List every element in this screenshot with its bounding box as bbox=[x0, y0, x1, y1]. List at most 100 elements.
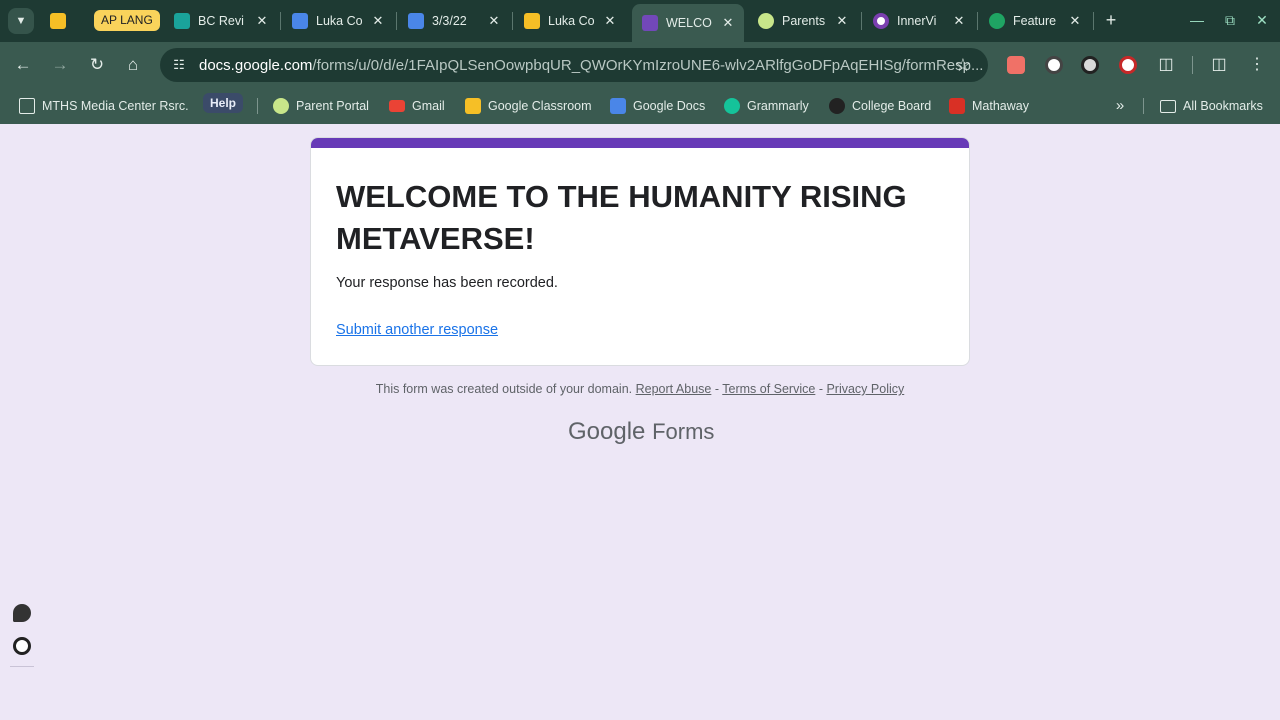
feature-icon bbox=[989, 13, 1005, 29]
tab-strip: ▼ AP LANG BC Revi ✕ Luka Co ✕ 3/3/22 ✕ L… bbox=[0, 0, 1280, 42]
tab-group-ap-lang[interactable]: AP LANG bbox=[94, 10, 160, 31]
brand-google: Google bbox=[568, 418, 646, 445]
minimize-button[interactable]: — bbox=[1187, 10, 1207, 30]
tab-title: Parents bbox=[782, 14, 826, 28]
home-button[interactable]: ⌂ bbox=[122, 54, 144, 76]
classroom-icon bbox=[174, 13, 190, 29]
tab-divider bbox=[396, 12, 397, 30]
back-button[interactable]: ← bbox=[12, 54, 34, 76]
terms-of-service-link[interactable]: Terms of Service bbox=[722, 382, 815, 396]
close-icon[interactable]: ✕ bbox=[486, 13, 502, 29]
floating-chat-icon[interactable] bbox=[13, 604, 31, 622]
all-bookmarks-button[interactable]: All Bookmarks bbox=[1160, 96, 1263, 116]
restore-button[interactable]: ⧉ bbox=[1220, 10, 1240, 30]
bookmark-grammarly[interactable]: Grammarly bbox=[724, 96, 809, 116]
more-bookmarks-button[interactable]: » bbox=[1111, 96, 1129, 116]
close-icon[interactable]: ✕ bbox=[834, 13, 850, 29]
tab-title: Luka Co bbox=[548, 14, 594, 28]
home-icon: ⌂ bbox=[127, 55, 139, 74]
bookmark-help[interactable]: Help bbox=[203, 93, 244, 113]
docs-icon bbox=[292, 13, 308, 29]
response-recorded-message: Your response has been recorded. bbox=[336, 275, 558, 291]
address-bar[interactable]: ☷ docs.google.com/forms/u/0/d/e/1FAIpQLS… bbox=[160, 48, 988, 82]
form-confirmation-card: WELCOME TO THE HUMANITY RISING METAVERSE… bbox=[310, 137, 970, 366]
bookmark-google-classroom[interactable]: Google Classroom bbox=[465, 96, 592, 116]
extension-target-icon[interactable] bbox=[1119, 56, 1137, 74]
extensions-button[interactable]: ◫ bbox=[1155, 54, 1177, 76]
bookmark-college-board[interactable]: College Board bbox=[829, 96, 931, 116]
innervi-icon bbox=[873, 13, 889, 29]
bookmark-label: MTHS Media Center Rsrc. bbox=[42, 99, 189, 113]
reload-icon: ↻ bbox=[89, 55, 105, 74]
close-icon[interactable]: ✕ bbox=[370, 13, 386, 29]
bookmark-parent-portal[interactable]: Parent Portal bbox=[273, 96, 369, 116]
form-accent-bar bbox=[311, 138, 969, 148]
close-icon[interactable]: ✕ bbox=[1067, 13, 1083, 29]
footer-separator: - bbox=[711, 382, 723, 396]
bookmark-star-icon[interactable]: ☆ bbox=[952, 54, 974, 76]
bookmark-divider bbox=[1143, 98, 1144, 114]
tab-divider bbox=[1093, 12, 1094, 30]
footer-domain-notice: This form was created outside of your do… bbox=[375, 382, 633, 396]
bookmark-gmail[interactable]: Gmail bbox=[389, 96, 445, 116]
side-panel-icon: ◫ bbox=[1211, 56, 1227, 73]
tab-luka-slides[interactable]: Luka Co ✕ bbox=[524, 6, 618, 36]
bookmark-google-docs[interactable]: Google Docs bbox=[610, 96, 705, 116]
tab-parents[interactable]: Parents ✕ bbox=[758, 6, 850, 36]
tab-title: WELCO bbox=[666, 16, 712, 30]
browser-toolbar: ← → ↻ ⌂ ☷ docs.google.com/forms/u/0/d/e/… bbox=[0, 42, 1280, 88]
close-window-button[interactable]: ✕ bbox=[1252, 10, 1272, 30]
plus-icon: + bbox=[1105, 10, 1117, 30]
bookmark-label: Google Classroom bbox=[488, 99, 592, 113]
bookmark-label: Google Docs bbox=[633, 99, 706, 113]
docs-icon bbox=[610, 98, 626, 114]
tab-slides[interactable] bbox=[50, 6, 78, 36]
floating-target-icon[interactable] bbox=[13, 637, 31, 655]
bookmark-mths-media-center[interactable]: MTHS Media Center Rsrc. bbox=[19, 96, 189, 116]
close-icon[interactable]: ✕ bbox=[254, 13, 270, 29]
reload-button[interactable]: ↻ bbox=[86, 54, 108, 76]
tab-innervi[interactable]: InnerVi ✕ bbox=[873, 6, 967, 36]
brand-forms: Forms bbox=[652, 419, 715, 444]
classroom-icon bbox=[465, 98, 481, 114]
parent-portal-icon bbox=[273, 98, 289, 114]
forward-button[interactable]: → bbox=[49, 54, 71, 76]
new-tab-button[interactable]: + bbox=[1102, 11, 1120, 29]
tab-welcome-active[interactable]: WELCO ✕ bbox=[632, 4, 744, 42]
tab-title: InnerVi bbox=[897, 14, 937, 28]
minimize-icon: — bbox=[1190, 12, 1204, 28]
extension-audio-icon[interactable] bbox=[1045, 56, 1063, 74]
extension-record-icon[interactable] bbox=[1007, 56, 1025, 74]
privacy-policy-link[interactable]: Privacy Policy bbox=[826, 382, 904, 396]
close-icon[interactable]: ✕ bbox=[602, 13, 618, 29]
arrow-right-icon: → bbox=[51, 55, 69, 74]
tab-feature[interactable]: Feature ✕ bbox=[989, 6, 1083, 36]
close-icon: ✕ bbox=[1256, 12, 1268, 28]
bookmarks-bar: MTHS Media Center Rsrc. Help Parent Port… bbox=[0, 88, 1280, 124]
submit-another-response-link[interactable]: Submit another response bbox=[336, 322, 498, 338]
tab-search-button[interactable]: ▼ bbox=[8, 8, 34, 34]
tab-title: 3/3/22 bbox=[432, 14, 467, 28]
tab-3-3-22[interactable]: 3/3/22 ✕ bbox=[408, 6, 502, 36]
menu-button[interactable]: ⋮ bbox=[1246, 54, 1268, 76]
close-icon[interactable]: ✕ bbox=[720, 15, 736, 31]
tab-title: BC Revi bbox=[198, 14, 244, 28]
tab-luka-docs[interactable]: Luka Co ✕ bbox=[292, 6, 386, 36]
report-abuse-link[interactable]: Report Abuse bbox=[636, 382, 712, 396]
url-text[interactable]: docs.google.com/forms/u/0/d/e/1FAIpQLSen… bbox=[199, 57, 983, 74]
close-icon[interactable]: ✕ bbox=[951, 13, 967, 29]
site-info-icon[interactable]: ☷ bbox=[168, 54, 190, 76]
folder-icon bbox=[1160, 99, 1176, 113]
url-path: /forms/u/0/d/e/1FAIpQLSenOowpbqUR_QWOrKY… bbox=[312, 57, 984, 74]
grammarly-icon bbox=[724, 98, 740, 114]
mathaway-icon bbox=[949, 98, 965, 114]
form-title: WELCOME TO THE HUMANITY RISING METAVERSE… bbox=[336, 179, 907, 256]
college-board-icon bbox=[829, 98, 845, 114]
google-forms-logo[interactable]: Google Forms bbox=[568, 418, 714, 446]
bookmark-mathaway[interactable]: Mathaway bbox=[949, 96, 1029, 116]
tab-title: Luka Co bbox=[316, 14, 362, 28]
floating-divider bbox=[10, 666, 34, 667]
tab-bc-review[interactable]: BC Revi ✕ bbox=[174, 6, 270, 36]
extension-chat-icon[interactable] bbox=[1081, 56, 1099, 74]
side-panel-button[interactable]: ◫ bbox=[1208, 54, 1230, 76]
